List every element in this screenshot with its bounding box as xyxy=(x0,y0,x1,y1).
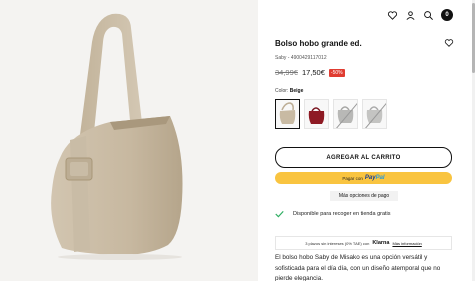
more-payment-options-button[interactable]: Más opciones de pago xyxy=(330,191,398,201)
price-row: 34,99€ 17,50€ -50% xyxy=(275,68,345,77)
paypal-logo: PayPal xyxy=(364,175,385,181)
color-label: Color: Beige xyxy=(275,88,304,94)
header-icons: 0 xyxy=(387,9,453,21)
klarna-text: 3 plazos sin intereses (0% TAE) con xyxy=(305,240,370,246)
add-to-cart-button[interactable]: AGREGAR AL CARRITO xyxy=(275,147,452,168)
product-image[interactable] xyxy=(0,0,258,281)
discount-badge: -50% xyxy=(328,68,345,77)
swatch-burgundy[interactable] xyxy=(304,99,329,129)
swatch-grey[interactable] xyxy=(333,99,358,129)
old-price: 34,99€ xyxy=(275,68,298,77)
product-sku: Saby - 4900429117012 xyxy=(275,55,327,61)
klarna-info-link[interactable]: Más información xyxy=(392,241,421,246)
swatch-silver[interactable] xyxy=(362,99,387,129)
store-pickup-availability: Disponible para recoger en tienda gratis xyxy=(275,210,391,218)
color-value: Beige xyxy=(289,88,304,94)
klarna-logo: Klarna xyxy=(372,240,390,246)
cart-count-badge[interactable]: 0 xyxy=(441,9,453,21)
heart-icon[interactable] xyxy=(387,10,398,21)
check-icon xyxy=(275,210,284,218)
availability-text: Disponible para recoger en tienda gratis xyxy=(293,211,391,217)
product-description: El bolso hobo Saby de Misako es una opci… xyxy=(275,254,441,281)
user-icon[interactable] xyxy=(405,10,416,21)
paypal-button[interactable]: Pagar con PayPal xyxy=(275,172,452,184)
current-price: 17,50€ xyxy=(301,68,325,77)
color-swatches xyxy=(275,99,387,129)
wishlist-heart-icon[interactable] xyxy=(444,38,454,48)
product-title: Bolso hobo grande ed. xyxy=(275,39,362,48)
search-icon[interactable] xyxy=(423,10,434,21)
klarna-banner: 3 plazos sin intereses (0% TAE) con Klar… xyxy=(275,236,452,250)
product-panel: 0 Bolso hobo grande ed. Saby - 490042911… xyxy=(258,0,475,281)
swatch-beige[interactable] xyxy=(275,99,300,129)
